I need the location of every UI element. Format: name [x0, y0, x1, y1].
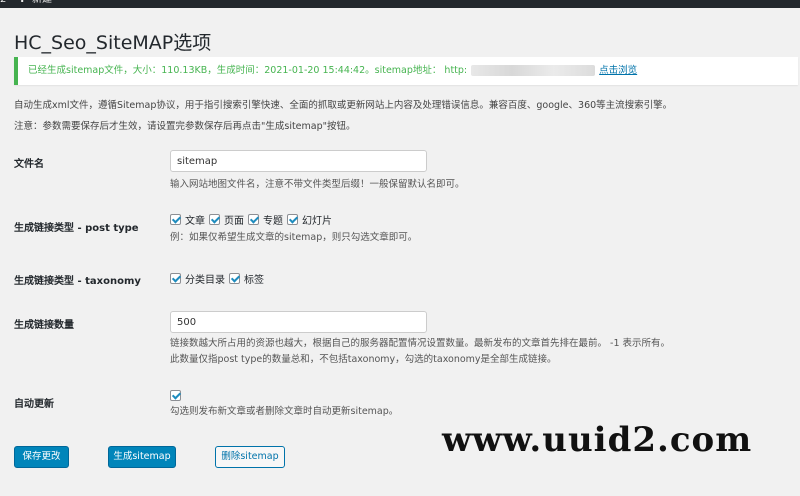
taxonomy-option-label: 标签: [244, 275, 264, 286]
taxonomy-option-label: 分类目录: [185, 275, 225, 286]
admin-bar-new[interactable]: 新建: [32, 0, 52, 6]
filename-input[interactable]: [170, 150, 427, 172]
auto-update-option: [170, 390, 185, 401]
post-type-label: 生成链接类型 - post type: [14, 223, 139, 234]
filename-label: 文件名: [14, 159, 44, 170]
post-type-option-label: 文章: [185, 216, 205, 227]
admin-bar-count[interactable]: 2: [0, 0, 6, 6]
link-count-input[interactable]: [170, 311, 427, 333]
post-type-option-label: 页面: [224, 216, 244, 227]
intro-description: 自动生成xml文件，遵循Sitemap协议，用于指引搜索引擎快速、全面的抓取或更…: [14, 100, 673, 111]
checkbox-page[interactable]: [209, 214, 220, 225]
link-count-note: 此数量仅指post type的数量总和，不包括taxonomy，勾选的taxon…: [170, 354, 557, 365]
save-note: 注意：参数需要保存后才生效，请设置完参数保存后再点击"生成sitemap"按钮。: [14, 121, 356, 132]
blurred-url: [471, 65, 596, 76]
taxonomy-label: 生成链接类型 - taxonomy: [14, 276, 141, 287]
generate-sitemap-button[interactable]: 生成sitemap: [108, 446, 176, 468]
taxonomy-options: 分类目录 标签: [170, 271, 268, 286]
checkbox-slide[interactable]: [287, 214, 298, 225]
view-sitemap-link[interactable]: 点击浏览: [599, 65, 637, 76]
save-changes-button[interactable]: 保存更改: [14, 446, 69, 468]
post-type-option-label: 幻灯片: [302, 216, 332, 227]
page-title: HC_Seo_SiteMAP选项: [14, 32, 212, 54]
checkbox-tag[interactable]: [229, 273, 240, 284]
delete-sitemap-button[interactable]: 删除sitemap: [215, 446, 285, 468]
post-type-options: 文章 页面 专题 幻灯片: [170, 212, 336, 227]
notice-text: 已经生成sitemap文件，大小：110.13KB，生成时间：2021-01-2…: [28, 65, 468, 76]
plus-icon[interactable]: ✚: [18, 0, 26, 6]
auto-update-label: 自动更新: [14, 399, 54, 410]
checkbox-topic[interactable]: [248, 214, 259, 225]
auto-update-hint: 勾选则发布新文章或者删除文章时自动更新sitemap。: [170, 406, 399, 417]
checkbox-post[interactable]: [170, 214, 181, 225]
link-count-label: 生成链接数量: [14, 320, 74, 331]
checkbox-category[interactable]: [170, 273, 181, 284]
post-type-option-label: 专题: [263, 216, 283, 227]
watermark: www.uuid2.com: [442, 420, 753, 460]
success-notice: 已经生成sitemap文件，大小：110.13KB，生成时间：2021-01-2…: [14, 57, 798, 85]
filename-hint: 输入网站地图文件名，注意不带文件类型后缀！一般保留默认名即可。: [170, 179, 465, 190]
link-count-hint: 链接数越大所占用的资源也越大，根据自己的服务器配置情况设置数量。最新发布的文章首…: [170, 338, 671, 349]
post-type-hint: 例：如果仅希望生成文章的sitemap，则只勾选文章即可。: [170, 232, 418, 243]
admin-bar: 2 ✚ 新建: [0, 0, 800, 8]
checkbox-auto-update[interactable]: [170, 390, 181, 401]
